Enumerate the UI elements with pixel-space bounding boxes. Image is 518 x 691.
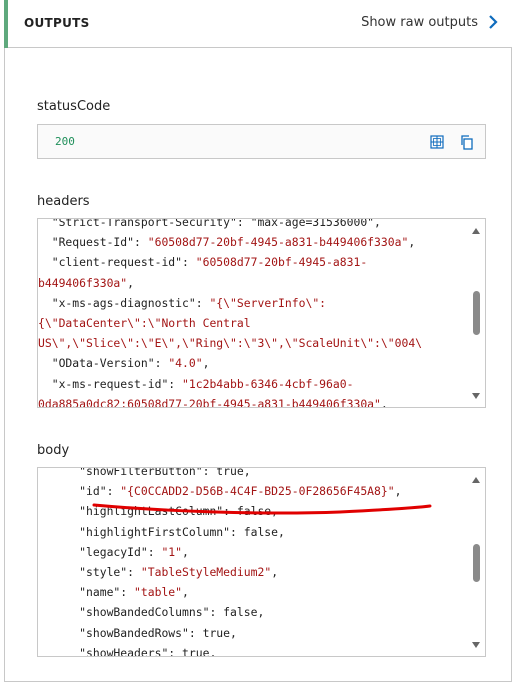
json-string-value: "60508d77-20bf-4945-a831- — [195, 255, 368, 270]
outputs-title: OUTPUTS — [24, 16, 90, 30]
json-key-text: , — [380, 396, 388, 408]
json-key-text: , — [408, 235, 416, 250]
header-accent-bar — [4, 0, 8, 48]
json-key-text: "client-request-id": — [38, 255, 196, 270]
status-code-label: statusCode — [37, 99, 111, 114]
body-label: body — [37, 443, 70, 458]
chevron-right-icon — [489, 15, 498, 29]
json-key-text: "legacyId": — [38, 544, 162, 559]
json-key-text: "showFilterButton": true, — [38, 467, 251, 478]
json-key-text: , — [127, 275, 135, 290]
json-key-text: , — [202, 356, 210, 371]
json-string-value: "table" — [134, 585, 183, 600]
code-line: "highlightFirstColumn": false, — [38, 522, 467, 542]
body-code-box[interactable]: "showFilterButton": true, "id": "{C0CCAD… — [37, 467, 486, 657]
headers-code-box[interactable]: "Strict-Transport-Security": "max-age=31… — [37, 218, 486, 408]
json-string-value: b449406f330a" — [38, 275, 128, 290]
json-string-value: {\"DataCenter\":\"North Central — [38, 315, 251, 330]
body-scrollbar[interactable] — [467, 468, 485, 656]
json-key-text: , — [182, 585, 189, 600]
headers-scrollbar[interactable] — [467, 219, 485, 407]
code-line: "showFilterButton": true, — [38, 467, 467, 481]
json-string-value: 0da885a0dc82;60508d77-20bf-4945-a831-b44… — [38, 396, 381, 408]
copy-icon[interactable] — [459, 134, 475, 150]
code-line: US\",\"Slice\":\"E\",\"Ring\":\"3\",\"Sc… — [38, 333, 467, 353]
code-line: "client-request-id": "60508d77-20bf-4945… — [38, 252, 467, 272]
scroll-down-arrow-icon[interactable] — [472, 393, 480, 399]
headers-scroll-thumb[interactable] — [473, 291, 480, 335]
code-line: "x-ms-ags-diagnostic": "{\"ServerInfo\": — [38, 293, 467, 313]
code-line: "legacyId": "1", — [38, 542, 467, 562]
headers-label: headers — [37, 194, 90, 209]
scroll-down-arrow-icon[interactable] — [472, 642, 480, 648]
json-key-text: "OData-Version": — [38, 356, 169, 371]
code-line: "id": "{C0CCADD2-D56B-4C4F-BD25-0F28656F… — [38, 481, 467, 501]
code-line: "x-ms-request-id": "1c2b4abb-6346-4cbf-9… — [38, 374, 467, 394]
json-key-text: "x-ms-request-id": — [38, 376, 183, 391]
json-key-text: "x-ms-ags-diagnostic": — [38, 295, 210, 310]
scroll-up-arrow-icon[interactable] — [472, 477, 480, 483]
code-line: "OData-Version": "4.0", — [38, 353, 467, 373]
status-code-value: 200 — [55, 135, 75, 148]
json-key-text: "showHeaders": true, — [38, 645, 217, 657]
code-line: "showBandedColumns": false, — [38, 602, 467, 622]
code-line: "style": "TableStyleMedium2", — [38, 562, 467, 582]
json-key-text: "style": — [38, 564, 141, 579]
json-key-text: "highlightLastColumn": false, — [38, 504, 279, 519]
json-string-value: "60508d77-20bf-4945-a831-b449406f330a" — [147, 235, 409, 250]
json-string-value: "1" — [161, 544, 183, 559]
json-key-text: "showBandedRows": true, — [38, 625, 237, 640]
json-key-text: , — [394, 484, 402, 499]
json-key-text: , — [271, 564, 279, 579]
headers-code-lines: "Strict-Transport-Security": "max-age=31… — [38, 218, 467, 408]
json-string-value: "4.0" — [168, 356, 203, 371]
code-line: "Request-Id": "60508d77-20bf-4945-a831-b… — [38, 232, 467, 252]
body-scroll-thumb[interactable] — [473, 544, 480, 582]
json-string-value: "TableStyleMedium2" — [140, 564, 272, 579]
code-line: 0da885a0dc82;60508d77-20bf-4945-a831-b44… — [38, 394, 467, 408]
status-code-box: 200 — [37, 124, 486, 159]
json-string-value: "{\"ServerInfo\": — [209, 295, 327, 310]
show-raw-outputs-label: Show raw outputs — [361, 14, 478, 30]
body-code-lines: "showFilterButton": true, "id": "{C0CCAD… — [38, 467, 467, 657]
outputs-header: OUTPUTS Show raw outputs — [4, 0, 512, 48]
json-string-value: "1c2b4abb-6346-4cbf-96a0- — [182, 376, 354, 391]
code-line: {\"DataCenter\":\"North Central — [38, 313, 467, 333]
json-key-text: "Strict-Transport-Security": "max-age=31… — [38, 218, 381, 229]
scroll-up-arrow-icon[interactable] — [472, 228, 480, 234]
json-key-text: "showBandedColumns": false, — [38, 605, 265, 620]
json-key-text: , — [182, 544, 189, 559]
json-key-text: "highlightFirstColumn": false, — [38, 524, 285, 539]
code-line: "showBandedRows": true, — [38, 623, 467, 643]
code-line: b449406f330a", — [38, 273, 467, 293]
expand-grid-icon[interactable] — [429, 134, 445, 150]
json-key-text: "Request-Id": — [38, 235, 148, 250]
show-raw-outputs-link[interactable]: Show raw outputs — [361, 14, 500, 30]
json-key-text: "id": — [38, 484, 121, 499]
json-string-value: US\",\"Slice\":\"E\",\"Ring\":\"3\",\"Sc… — [38, 336, 423, 351]
code-line: "showHeaders": true, — [38, 643, 467, 657]
code-line: "highlightLastColumn": false, — [38, 501, 467, 521]
json-key-text: "name": — [38, 585, 135, 600]
code-line: "Strict-Transport-Security": "max-age=31… — [38, 218, 467, 232]
json-string-value: "{C0CCADD2-D56B-4C4F-BD25-0F28656F45A8}" — [120, 484, 395, 499]
code-line: "name": "table", — [38, 582, 467, 602]
